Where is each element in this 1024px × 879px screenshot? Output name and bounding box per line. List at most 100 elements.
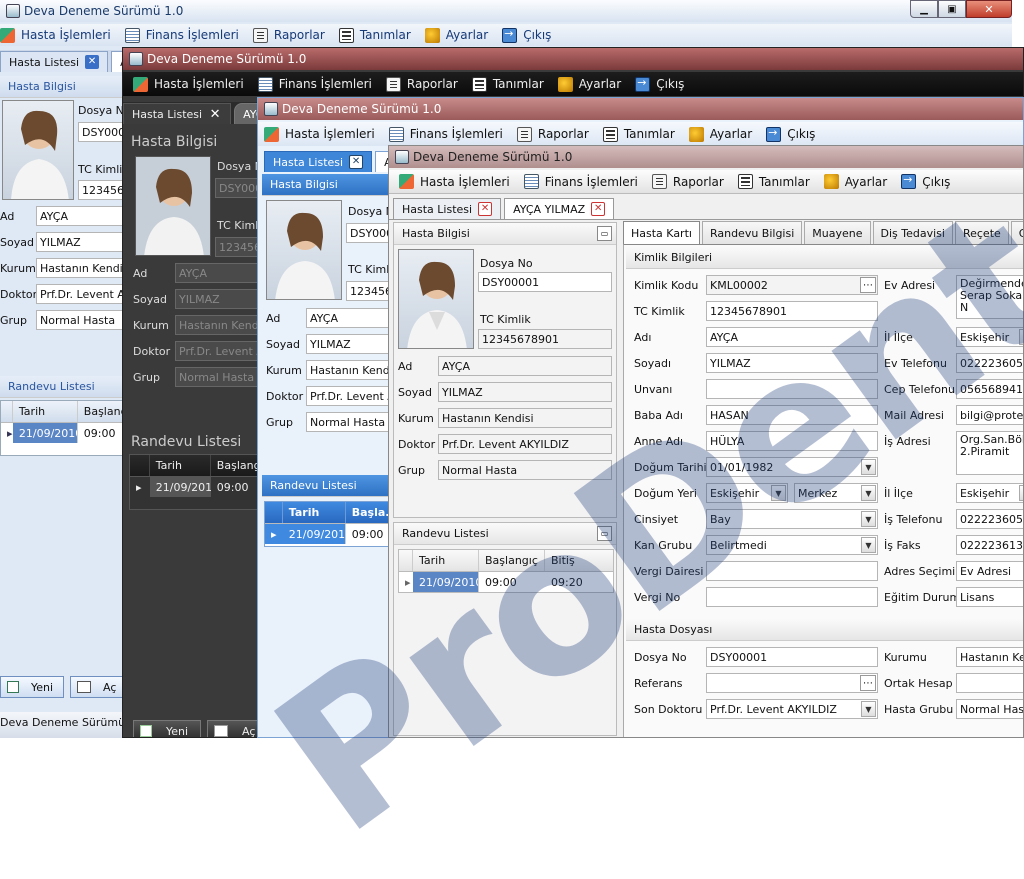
field-is-faks[interactable]: 02222361396 bbox=[956, 535, 1023, 555]
close-button[interactable]: ✕ bbox=[966, 0, 1012, 18]
tab-hasta-listesi[interactable]: Hasta Listesi ✕ bbox=[393, 198, 502, 219]
field-vergi-dairesi[interactable] bbox=[706, 561, 878, 581]
menu-finans-islemleri[interactable]: Finans İşlemleri bbox=[124, 27, 239, 43]
field-grup[interactable]: Normal Hasta bbox=[36, 310, 126, 330]
field-doktor[interactable]: Prf.Dr. Levent A bbox=[306, 386, 390, 406]
chevron-down-icon[interactable]: ▼ bbox=[861, 511, 876, 527]
chevron-down-icon[interactable]: ▼ bbox=[861, 485, 876, 501]
lookup-button[interactable]: ⋯ bbox=[860, 277, 876, 293]
menu-finans-islemleri[interactable]: Finans İşlemleri bbox=[523, 174, 638, 189]
tab-hasta-listesi[interactable]: Hasta Listesi ✕ bbox=[123, 103, 232, 124]
col-baslangic[interactable]: Başlangıç bbox=[78, 401, 125, 422]
field-soyad[interactable]: YILMAZ bbox=[306, 334, 390, 354]
close-icon[interactable]: ✕ bbox=[349, 155, 364, 169]
new-button[interactable]: Yeni bbox=[133, 720, 201, 737]
field-kimlik-kodu[interactable]: KML00002 bbox=[706, 275, 878, 295]
field-ad[interactable]: AYÇA bbox=[438, 356, 612, 376]
col-baslangic[interactable]: Başlangıç bbox=[211, 455, 262, 476]
tab-dis-tedavisi[interactable]: Diş Tedavisi bbox=[872, 221, 953, 244]
field-soyad[interactable]: YILMAZ bbox=[175, 289, 259, 309]
field-dogum-tarihi[interactable]: 01/01/1982 ▼ bbox=[706, 457, 878, 477]
tab-muayene[interactable]: Muayene bbox=[804, 221, 871, 244]
field-tc-kimlik[interactable]: 12345678901 bbox=[478, 329, 612, 349]
field-dosya-no[interactable]: DSY00001 bbox=[478, 272, 612, 292]
field-vergi-no[interactable] bbox=[706, 587, 878, 607]
tab-recete[interactable]: Reçete bbox=[954, 221, 1009, 244]
tab-patient-ayca-yilmaz[interactable]: AYÇA YILMAZ ✕ bbox=[504, 198, 615, 219]
tab-randevu-bilgisi[interactable]: Randevu Bilgisi bbox=[701, 221, 803, 244]
menu-tanimlar[interactable]: Tanımlar bbox=[338, 27, 411, 43]
field-ev-telefonu[interactable]: 02222360507 bbox=[956, 353, 1023, 373]
menu-hasta-islemleri[interactable]: Hasta İşlemleri bbox=[0, 27, 111, 43]
menu-tanimlar[interactable]: Tanımlar bbox=[737, 174, 810, 189]
menu-raporlar[interactable]: Raporlar bbox=[651, 174, 724, 189]
col-bitis[interactable]: Bitiş bbox=[545, 550, 613, 571]
field-adres-secimi[interactable]: Ev Adresi bbox=[956, 561, 1023, 581]
field-grup[interactable]: Normal Hasta bbox=[438, 460, 612, 480]
open-button[interactable]: Aç bbox=[70, 676, 126, 698]
field-ad[interactable]: AYÇA bbox=[306, 308, 390, 328]
menu-ayarlar[interactable]: Ayarlar bbox=[557, 76, 621, 92]
chevron-down-icon[interactable]: ▼ bbox=[771, 485, 786, 501]
field-doktor[interactable]: Prf.Dr. Levent AKYILDIZ bbox=[438, 434, 612, 454]
maximize-button[interactable]: ▣ bbox=[938, 0, 966, 18]
field-il-ilce[interactable]: Eskişehir▼ bbox=[956, 327, 1023, 347]
chevron-down-icon[interactable]: ▼ bbox=[1019, 485, 1023, 501]
tab-hasta-listesi[interactable]: Hasta Listesi ✕ bbox=[264, 151, 373, 172]
col-tarih[interactable]: Tarih bbox=[413, 550, 479, 571]
field-dogum-yeri-ilce[interactable]: Merkez ▼ bbox=[794, 483, 878, 503]
field-tc-kimlik[interactable]: 1234567 bbox=[78, 180, 124, 200]
field-tc-kimlik[interactable]: 1234567 bbox=[346, 281, 390, 301]
menu-cikis[interactable]: Çıkış bbox=[502, 27, 551, 43]
table-row[interactable]: ▸21/09/201009:00 bbox=[1, 423, 125, 443]
field-ortak-hesap[interactable] bbox=[956, 673, 1023, 693]
menu-ayarlar[interactable]: Ayarlar bbox=[424, 27, 488, 43]
menu-finans-islemleri[interactable]: Finans İşlemleri bbox=[257, 76, 372, 92]
menu-raporlar[interactable]: Raporlar bbox=[252, 27, 325, 43]
field-doktor[interactable]: Prf.Dr. Levent A bbox=[175, 341, 259, 361]
tab-hasta-karti[interactable]: Hasta Kartı bbox=[623, 221, 700, 244]
field-cep-telefonu[interactable]: 05656894154 bbox=[956, 379, 1023, 399]
menu-raporlar[interactable]: Raporlar bbox=[516, 126, 589, 142]
menu-hasta-islemleri[interactable]: Hasta İşlemleri bbox=[264, 126, 375, 142]
field-ad[interactable]: AYÇA bbox=[175, 263, 259, 283]
field-dogum-yeri-il[interactable]: Eskişehir ▼ bbox=[706, 483, 788, 503]
field-ad[interactable]: AYÇA bbox=[36, 206, 126, 226]
field-son-doktoru[interactable]: Prf.Dr. Levent AKYILDIZ ▼ bbox=[706, 699, 878, 719]
field-grup[interactable]: Normal Hasta bbox=[175, 367, 259, 387]
close-icon[interactable]: ✕ bbox=[85, 55, 100, 69]
field-hasta-grubu[interactable]: Normal Hasta bbox=[956, 699, 1023, 719]
menu-cikis[interactable]: Çıkış bbox=[635, 76, 684, 92]
chevron-down-icon[interactable]: ▼ bbox=[861, 537, 876, 553]
field-dosya-no[interactable]: DSY0000 bbox=[78, 122, 124, 142]
menu-raporlar[interactable]: Raporlar bbox=[385, 76, 458, 92]
field-anne-adi[interactable]: HÜLYA bbox=[706, 431, 878, 451]
col-tarih[interactable]: Tarih bbox=[283, 502, 346, 523]
field-kurum[interactable]: Hastanın Kendisi bbox=[36, 258, 126, 278]
menu-finans-islemleri[interactable]: Finans İşlemleri bbox=[388, 126, 503, 142]
menu-ayarlar[interactable]: Ayarlar bbox=[688, 126, 752, 142]
field-dosya-no[interactable]: DSY0000 bbox=[346, 223, 390, 243]
menu-hasta-islemleri[interactable]: Hasta İşlemleri bbox=[133, 76, 244, 92]
col-baslangic[interactable]: Başlangıç bbox=[479, 550, 545, 571]
field-kurum[interactable]: Hastanın Kendisi bbox=[438, 408, 612, 428]
col-tarih[interactable]: Tarih bbox=[150, 455, 211, 476]
menu-tanimlar[interactable]: Tanımlar bbox=[602, 126, 675, 142]
pin-icon[interactable]: ▭ bbox=[597, 526, 612, 541]
pin-icon[interactable]: ▭ bbox=[597, 226, 612, 241]
table-row[interactable]: ▸21/09/201009:00 bbox=[265, 524, 391, 544]
field-adi[interactable]: AYÇA bbox=[706, 327, 878, 347]
field-kan-grubu[interactable]: Belirtmedi ▼ bbox=[706, 535, 878, 555]
field-is-telefonu[interactable]: 02222360507 bbox=[956, 509, 1023, 529]
field-is-il-ilce[interactable]: Eskişehir▼ bbox=[956, 483, 1023, 503]
menu-tanimlar[interactable]: Tanımlar bbox=[471, 76, 544, 92]
menu-ayarlar[interactable]: Ayarlar bbox=[823, 174, 887, 189]
menu-cikis[interactable]: Çıkış bbox=[901, 173, 950, 189]
lookup-button[interactable]: ⋯ bbox=[860, 675, 876, 691]
col-baslangic[interactable]: Başla.. bbox=[346, 502, 391, 523]
field-dosya-no[interactable]: DSY00001 bbox=[706, 647, 878, 667]
field-unvani[interactable] bbox=[706, 379, 878, 399]
table-row[interactable]: ▸ 21/09/2010 09:00 09:20 bbox=[399, 572, 613, 592]
field-dosya-no[interactable]: DSY0000 bbox=[215, 178, 259, 198]
field-soyad[interactable]: YILMAZ bbox=[438, 382, 612, 402]
